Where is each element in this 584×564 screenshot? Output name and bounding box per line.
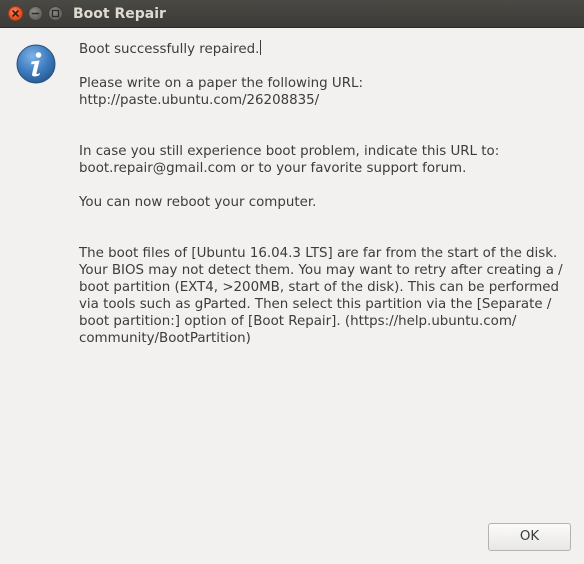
- close-icon: [12, 10, 19, 17]
- dialog-message: Boot successfully repaired. Please write…: [79, 40, 569, 347]
- message-boot-files: The boot files of [Ubuntu 16.04.3 LTS] a…: [79, 246, 563, 346]
- message-reboot: You can now reboot your computer.: [79, 195, 317, 210]
- message-success-line: Boot successfully repaired.: [79, 40, 569, 58]
- boot-repair-dialog: Boot Repair Boot successfully repaired. …: [0, 0, 584, 564]
- text-caret: [260, 40, 262, 55]
- minimize-icon: [31, 12, 40, 15]
- ok-button[interactable]: OK: [488, 523, 571, 551]
- message-still-problem: In case you still experience boot proble…: [79, 144, 500, 176]
- window-title: Boot Repair: [73, 6, 166, 22]
- info-icon: [16, 44, 56, 84]
- message-success-text: Boot successfully repaired.: [79, 42, 260, 57]
- message-write-url: Please write on a paper the following UR…: [79, 76, 364, 108]
- titlebar[interactable]: Boot Repair: [0, 0, 584, 28]
- minimize-window-button[interactable]: [28, 6, 43, 21]
- close-window-button[interactable]: [8, 6, 23, 21]
- maximize-window-button[interactable]: [48, 6, 63, 21]
- maximize-icon: [51, 9, 60, 18]
